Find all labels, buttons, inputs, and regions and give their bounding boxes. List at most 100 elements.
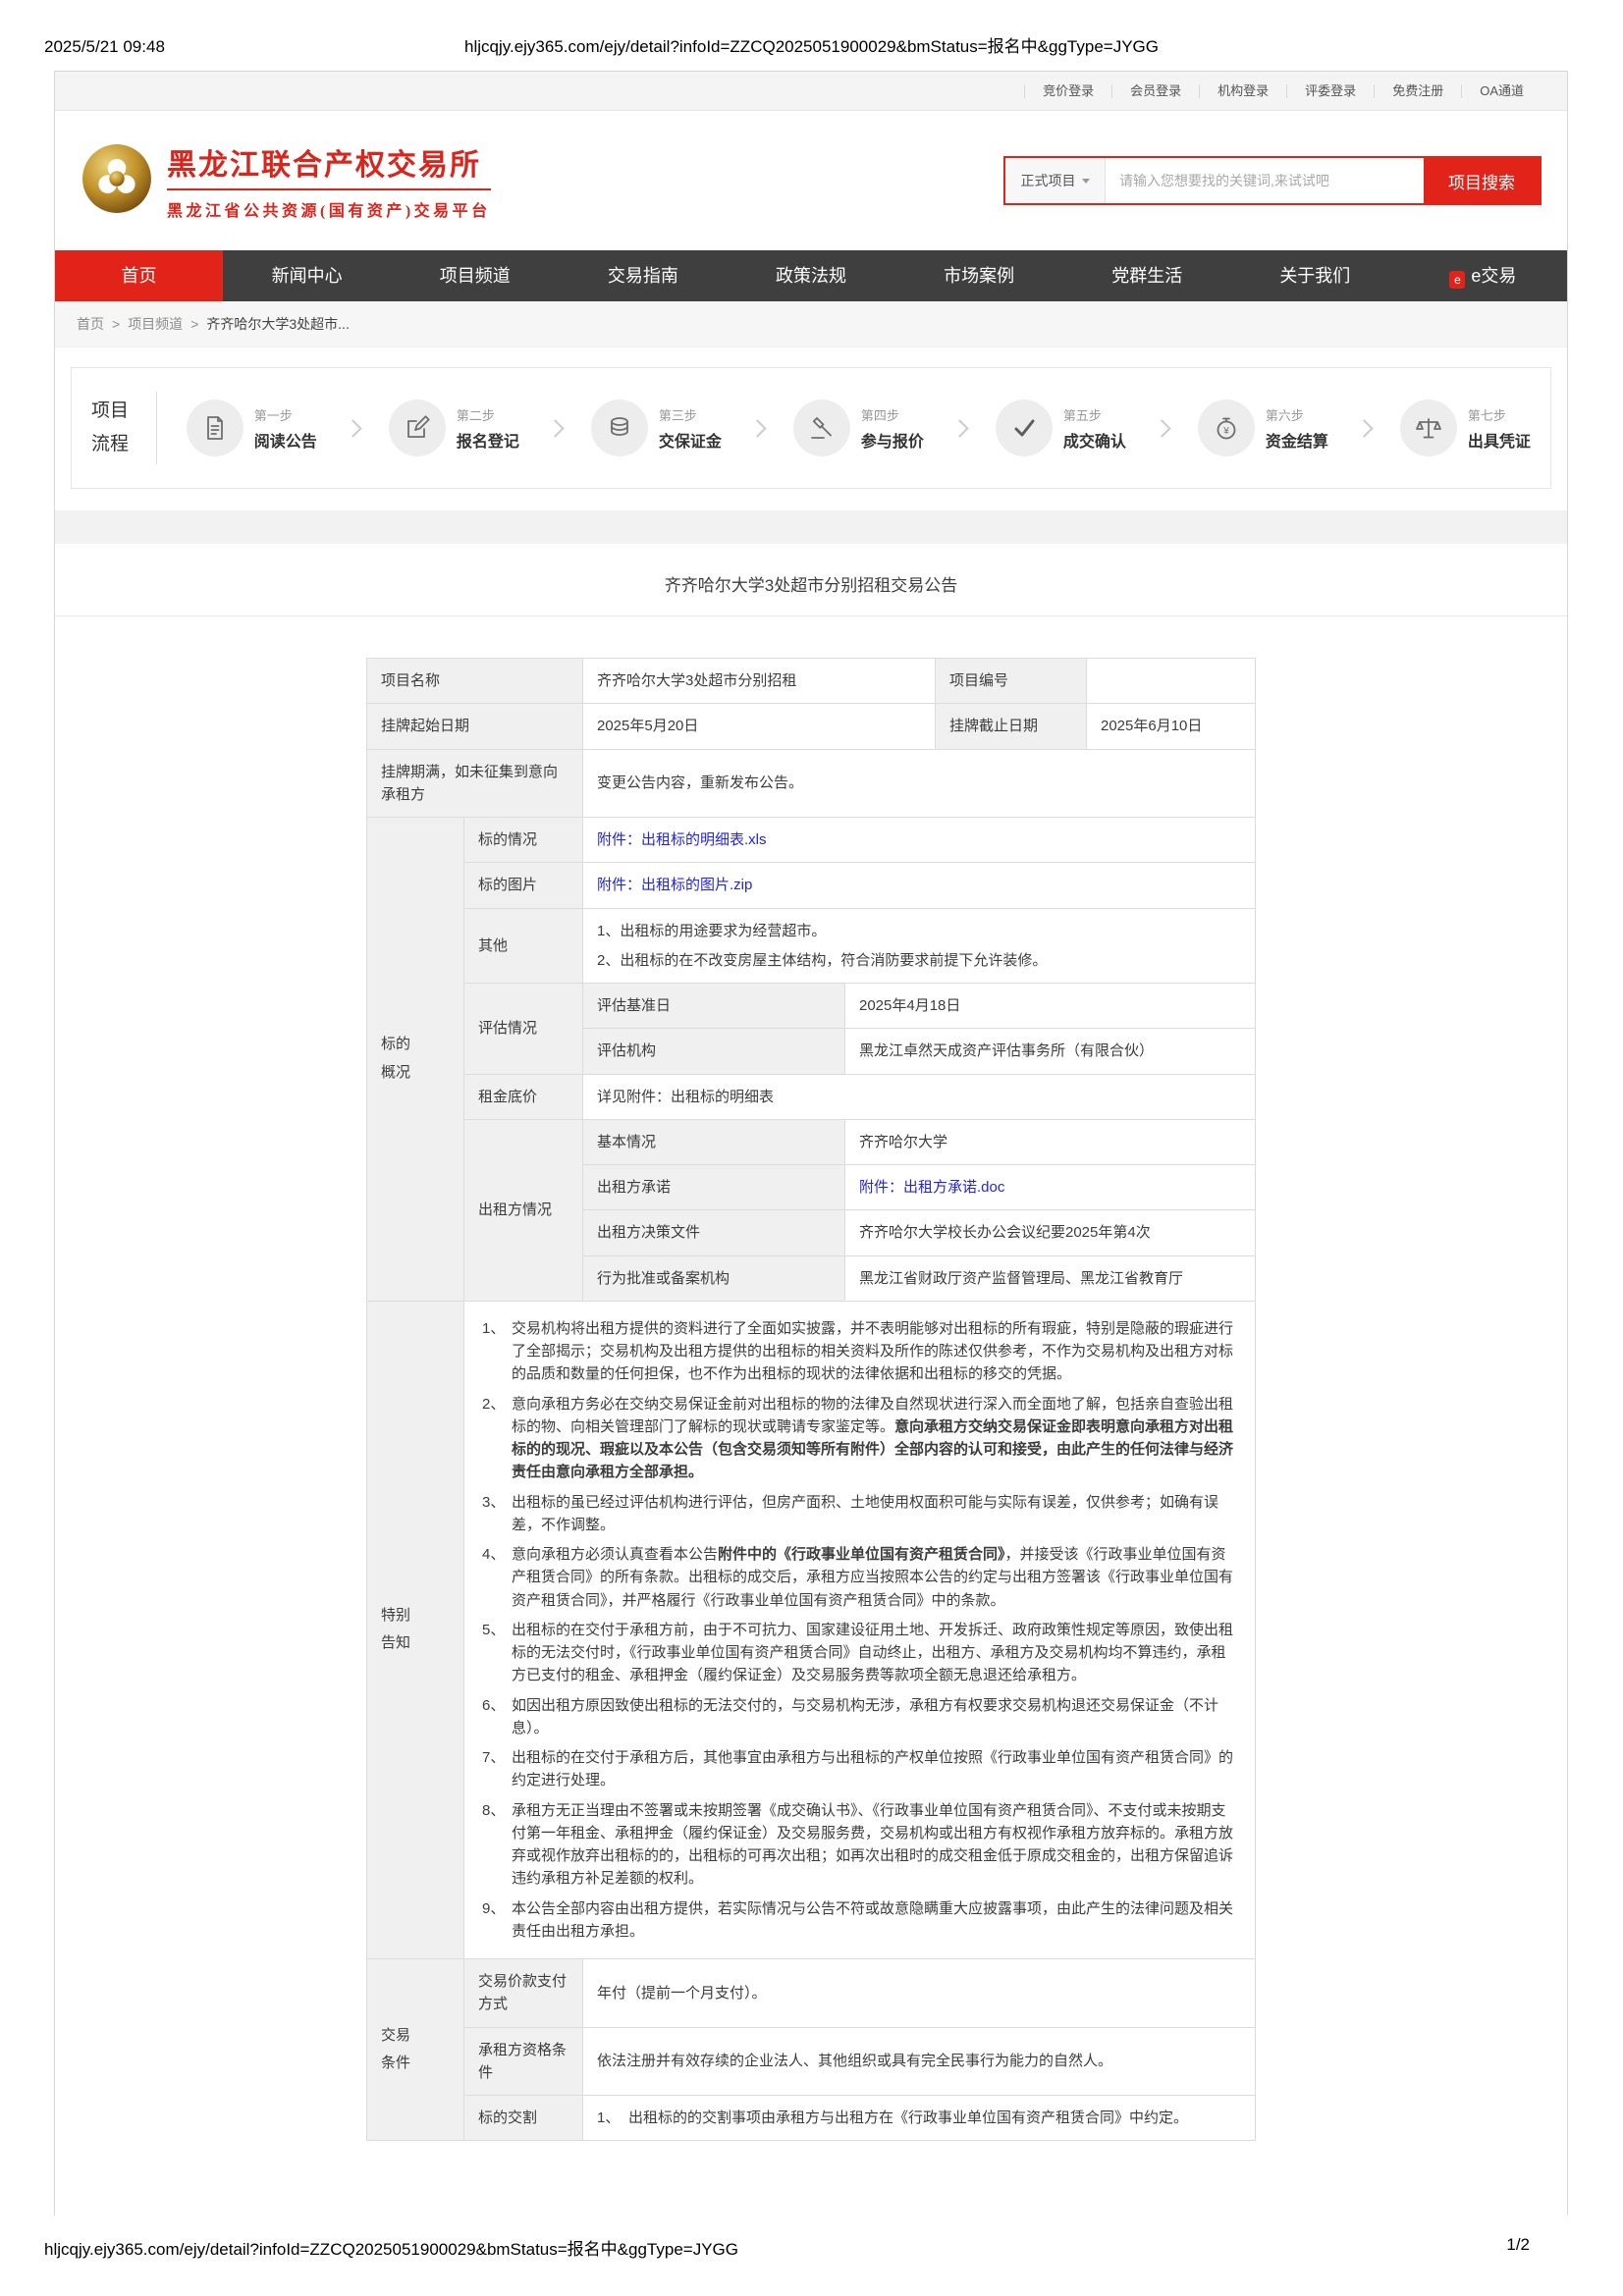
print-footer: hljcqjy.ejy365.com/ejy/detail?infoId=ZZC… [0,2235,1623,2260]
nav-about[interactable]: 关于我们 [1231,250,1399,301]
chevron-right-icon [546,419,564,437]
table-row: 交易条件 交易价款支付方式 年付（提前一个月支付）。 [366,1959,1255,2028]
step-bid: 第四步参与报价 [793,400,924,456]
attachment-link-photo-zip[interactable]: 附件：出租标的图片.zip [597,877,752,893]
brand-logo[interactable]: 黑龙江联合产权交易所 黑龙江省公共资源(国有资产)交易平台 [81,140,491,221]
nav-etrade[interactable]: ee交易 [1399,250,1567,301]
appraisal-date-label: 评估基准日 [583,984,845,1029]
utility-link[interactable]: 会员登录 [1111,84,1199,98]
search-button[interactable]: 项目搜索 [1424,158,1540,203]
print-header: 2025/5/21 09:48 hljcqjy.ejy365.com/ejy/d… [0,0,1623,71]
utility-link[interactable]: 机构登录 [1199,84,1286,98]
notice-item: 2、 意向承租方务必在交纳交易保证金前对出租标的物的法律及自然现状进行深入而全面… [482,1393,1237,1484]
gavel-icon [793,400,850,456]
subject-info-value: 附件：出租标的明细表.xls [583,818,1256,863]
stopwatch-yuan-icon: ¥ [1198,400,1255,456]
search-input[interactable] [1106,158,1424,203]
table-row: 项目名称 齐齐哈尔大学3处超市分别招租 项目编号 [366,659,1255,704]
breadcrumb-current: 齐齐哈尔大学3处超市... [206,314,349,334]
step-issue-certificate: 第七步出具凭证 [1400,400,1531,456]
chevron-right-icon [1153,419,1170,437]
appraisal-label: 评估情况 [463,984,582,1075]
other-label: 其他 [463,908,582,984]
notice-item: 9、 本公告全部内容由出租方提供，若实际情况与公告不符或故意隐瞒重大应披露事项，… [482,1897,1237,1944]
notice-item: 1、 交易机构将出租方提供的资料进行了全面如实披露，并不表明能够对出租标的所有瑕… [482,1317,1237,1386]
table-row: 承租方资格条件 依法注册并有效存续的企业法人、其他组织或具有完全民事行为能力的自… [366,2027,1255,2096]
subject-photo-label: 标的图片 [463,863,582,908]
announcement-title: 齐齐哈尔大学3处超市分别招租交易公告 [55,544,1567,616]
nav-party[interactable]: 党群生活 [1063,250,1231,301]
conditions-group-label: 交易条件 [366,1959,463,2141]
table-row: 其他 1、出租标的用途要求为经营超市。 2、出租标的在不改变房屋主体结构，符合消… [366,908,1255,984]
appraisal-org-value: 黑龙江卓然天成资产评估事务所（有限合伙） [845,1029,1256,1074]
e-trade-icon: e [1449,271,1465,289]
announcement-table: 项目名称 齐齐哈尔大学3处超市分别招租 项目编号 挂牌起始日期 2025年5月2… [366,658,1256,2141]
rent-floor-value: 详见附件：出租标的明细表 [583,1074,1256,1119]
qualification-value: 依法注册并有效存续的企业法人、其他组织或具有完全民事行为能力的自然人。 [583,2027,1256,2096]
utility-link[interactable]: 免费注册 [1374,84,1461,98]
payment-value: 年付（提前一个月支付）。 [583,1959,1256,2028]
print-footer-page: 1/2 [1506,2235,1530,2260]
project-no-label: 项目编号 [936,659,1087,704]
nav-cases[interactable]: 市场案例 [895,250,1063,301]
lessor-basic-value: 齐齐哈尔大学 [845,1119,1256,1164]
lessor-decision-value: 齐齐哈尔大学校长办公会议纪要2025年第4次 [845,1210,1256,1255]
page-frame: 竞价登录会员登录机构登录评委登录免费注册OA通道 [54,71,1568,2216]
chevron-right-icon [950,419,968,437]
step-confirm-deal: 第五步成交确认 [996,400,1126,456]
qualification-label: 承租方资格条件 [463,2027,582,2096]
payment-label: 交易价款支付方式 [463,1959,582,2028]
nav-news[interactable]: 新闻中心 [223,250,391,301]
project-name-value: 齐齐哈尔大学3处超市分别招租 [583,659,936,704]
nav-home[interactable]: 首页 [55,250,223,301]
expiry-label: 挂牌期满，如未征集到意向承租方 [366,749,582,818]
utility-link[interactable]: OA通道 [1461,84,1542,98]
edit-icon [389,400,446,456]
attachment-link-commit-doc[interactable]: 附件：出租方承诺.doc [859,1179,1004,1196]
step-settle-funds: ¥ 第六步资金结算 [1198,400,1328,456]
print-datetime: 2025/5/21 09:48 [44,37,368,57]
table-row: 标的交割 1、出租标的的交割事项由承租方与出租方在《行政事业单位国有资产租赁合同… [366,2096,1255,2141]
attachment-link-detail-xls[interactable]: 附件：出租标的明细表.xls [597,831,767,848]
subject-info-label: 标的情况 [463,818,582,863]
table-row: 特别告知 1、 交易机构将出租方提供的资料进行了全面如实披露，并不表明能够对出租… [366,1301,1255,1958]
breadcrumb-home[interactable]: 首页 [77,314,104,334]
table-row: 挂牌期满，如未征集到意向承租方 变更公告内容，重新发布公告。 [366,749,1255,818]
subject-photo-value: 附件：出租标的图片.zip [583,863,1256,908]
lessor-commit-label: 出租方承诺 [583,1165,845,1210]
expiry-value: 变更公告内容，重新发布公告。 [583,749,1256,818]
nav-guide[interactable]: 交易指南 [559,250,727,301]
section-divider [55,510,1567,544]
special-notice-content: 1、 交易机构将出租方提供的资料进行了全面如实披露，并不表明能够对出租标的所有瑕… [463,1301,1255,1958]
search-category-select[interactable]: 正式项目 [1005,158,1106,203]
nav-policy[interactable]: 政策法规 [727,250,894,301]
chevron-right-icon [1355,419,1373,437]
dropdown-caret-icon [1082,179,1090,184]
overview-group-label: 标的概况 [366,818,463,1302]
site-header: 黑龙江联合产权交易所 黑龙江省公共资源(国有资产)交易平台 正式项目 项目搜索 [55,111,1567,250]
brand-name: 黑龙江联合产权交易所 [167,140,491,190]
breadcrumb: 首页 > 项目频道 > 齐齐哈尔大学3处超市... [55,301,1567,347]
lessor-commit-value: 附件：出租方承诺.doc [845,1165,1256,1210]
breadcrumb-channel[interactable]: 项目频道 [128,314,183,334]
table-row: 租金底价 详见附件：出租标的明细表 [366,1074,1255,1119]
approval-label: 行为批准或备案机构 [583,1255,845,1301]
notice-item: 7、 出租标的在交付于承租方后，其他事宜由承租方与出租标的产权单位按照《行政事业… [482,1746,1237,1792]
step-pay-deposit: 第三步交保证金 [591,400,722,456]
main-nav: 首页 新闻中心 项目频道 交易指南 政策法规 市场案例 党群生活 关于我们 ee… [55,250,1567,301]
chevron-right-icon [344,419,361,437]
utility-link[interactable]: 评委登录 [1286,84,1374,98]
table-row: 标的图片 附件：出租标的图片.zip [366,863,1255,908]
lessor-decision-label: 出租方决策文件 [583,1210,845,1255]
divider [156,392,157,464]
breadcrumb-separator: > [190,316,198,332]
list-end-label: 挂牌截止日期 [936,704,1087,749]
nav-projects[interactable]: 项目频道 [391,250,559,301]
approval-value: 黑龙江省财政厅资产监督管理局、黑龙江省教育厅 [845,1255,1256,1301]
lessor-basic-label: 基本情况 [583,1119,845,1164]
print-url: hljcqjy.ejy365.com/ejy/detail?infoId=ZZC… [368,32,1255,57]
table-row: 挂牌起始日期 2025年5月20日 挂牌截止日期 2025年6月10日 [366,704,1255,749]
appraisal-date-value: 2025年4月18日 [845,984,1256,1029]
utility-link[interactable]: 竞价登录 [1024,84,1111,98]
brand-tagline: 黑龙江省公共资源(国有资产)交易平台 [167,197,491,221]
